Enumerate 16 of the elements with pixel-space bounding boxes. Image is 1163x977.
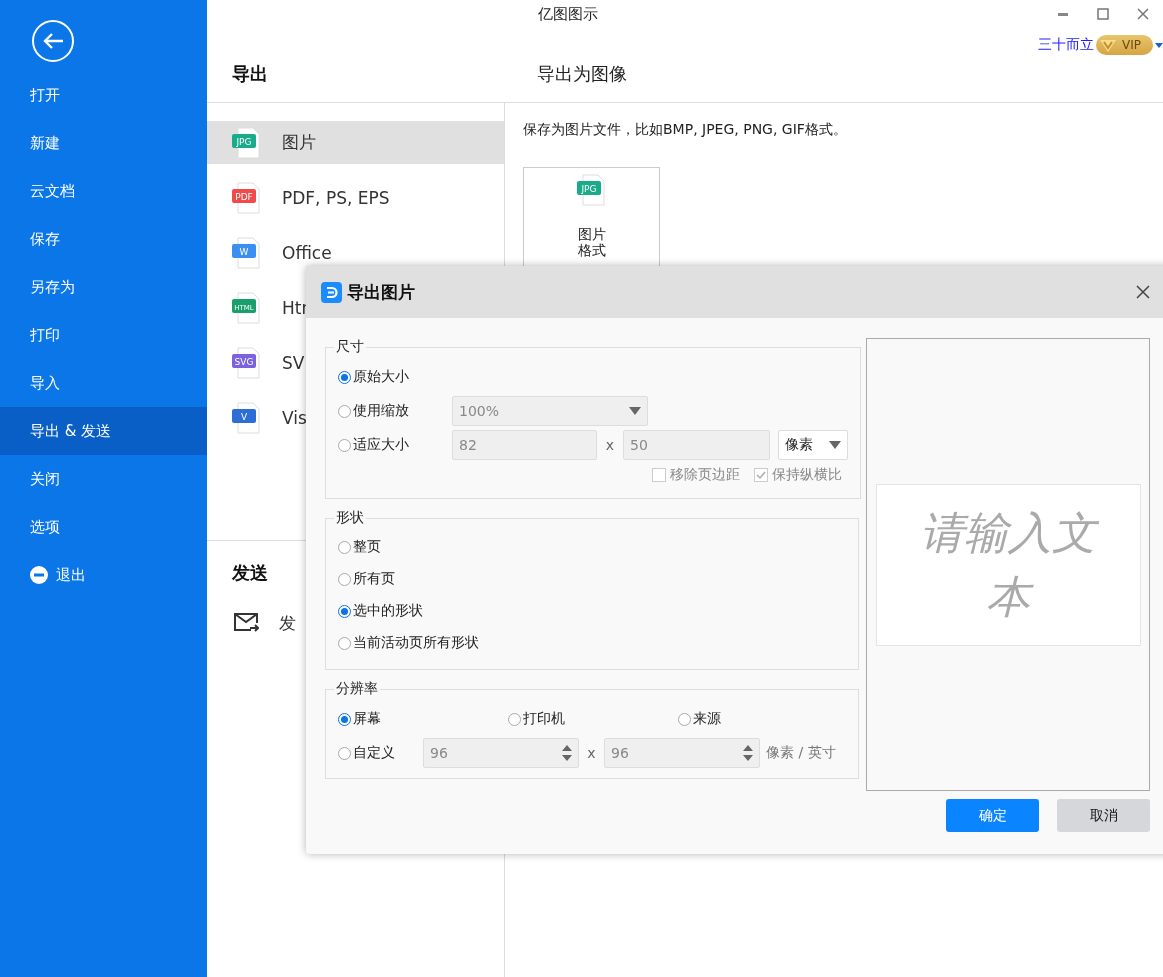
group-legend: 尺寸 [334, 338, 366, 356]
vip-badge: VIP [1096, 35, 1153, 55]
times-sign: x [586, 745, 597, 761]
card-label: 格式 [577, 242, 606, 258]
window-title: 亿图图示 [538, 4, 598, 23]
card-label: 图片 [577, 226, 606, 242]
section-heading: 发送 [232, 562, 268, 583]
preview-text: 请输入文本 [908, 500, 1108, 629]
dialog-title: 导出图片 [347, 280, 416, 304]
group-legend: 形状 [334, 509, 366, 527]
section-heading: 导出 [232, 63, 268, 84]
unit-label: 像素 / 英寸 [766, 744, 836, 762]
times-sign: x [604, 437, 616, 453]
description-text: 保存为图片文件，比如BMP, JPEG, PNG, GIF格式。 [523, 121, 847, 139]
group-legend: 分辨率 [334, 680, 380, 698]
section-heading: 导出为图像 [537, 63, 627, 84]
